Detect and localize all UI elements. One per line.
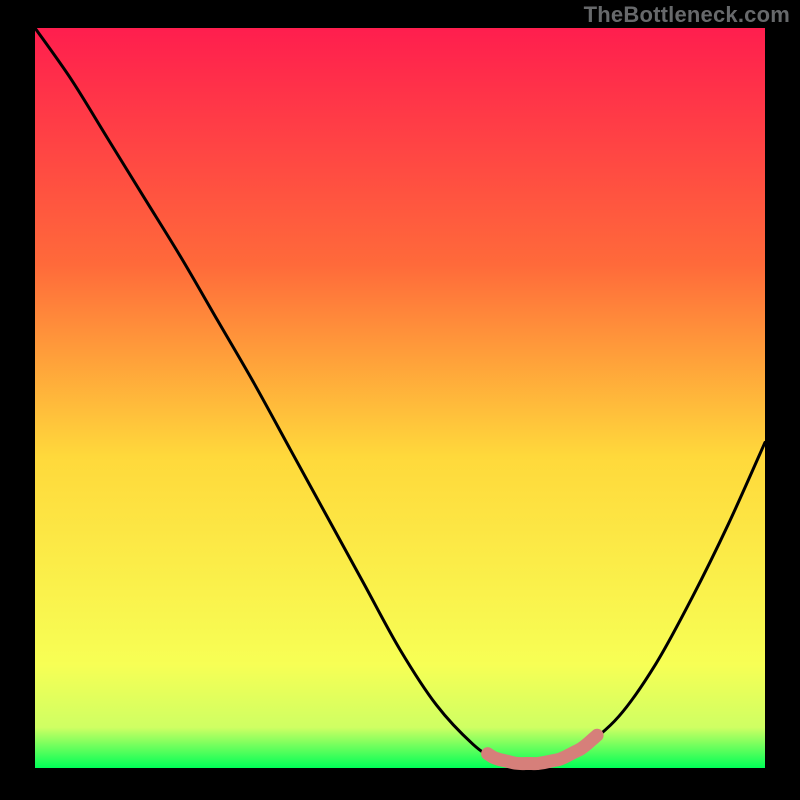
watermark-text: TheBottleneck.com (584, 2, 790, 28)
plot-area (35, 28, 765, 768)
chart-svg (0, 0, 800, 800)
chart-frame: { "watermark": "TheBottleneck.com", "col… (0, 0, 800, 800)
